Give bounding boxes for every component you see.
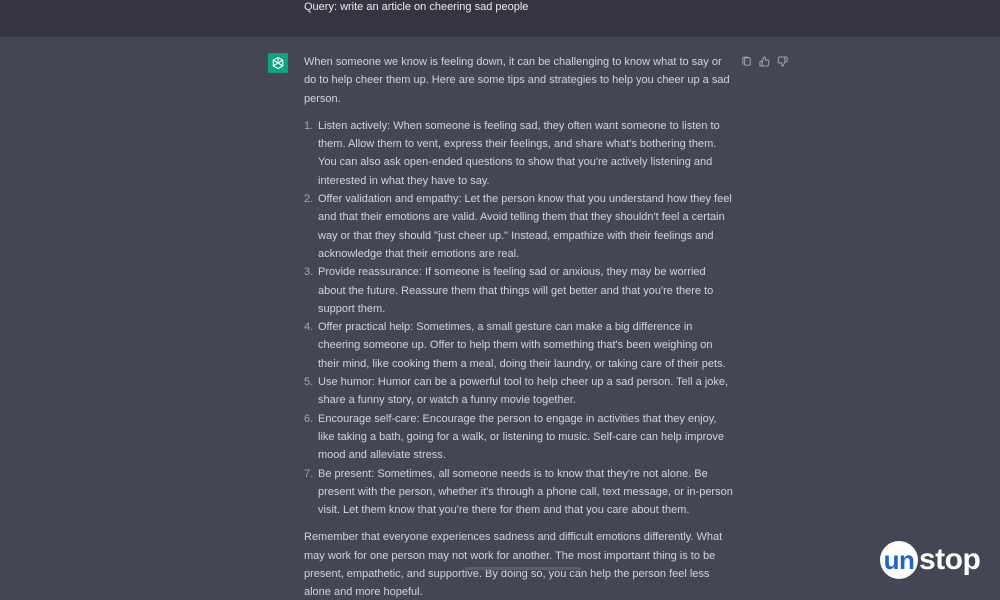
- list-number: 5.: [304, 376, 314, 389]
- user-message-row: Query: write an article on cheering sad …: [0, 0, 1000, 37]
- logo-text: stop: [919, 543, 981, 576]
- thumbs-down-icon: [777, 55, 788, 67]
- user-query-text: Query: write an article on cheering sad …: [304, 1, 529, 13]
- chat-screen: Query: write an article on cheering sad …: [0, 0, 1000, 600]
- copy-button[interactable]: [740, 55, 752, 67]
- list-item-text: Be present: Sometimes, all someone needs…: [318, 467, 733, 517]
- assistant-avatar: [268, 53, 288, 73]
- list-number: 7.: [304, 467, 314, 480]
- list-item-text: Use humor: Humor can be a powerful tool …: [318, 376, 729, 407]
- tips-list: 1. Listen actively: When someone is feeli…: [304, 117, 736, 520]
- response-closing: Remember that everyone experiences sadne…: [304, 531, 723, 599]
- list-item-text: Provide reassurance: If someone is feeli…: [318, 266, 714, 315]
- list-item-text: Offer validation and empathy: Let the pe…: [318, 193, 732, 260]
- logo-circle: un: [880, 541, 918, 579]
- openai-logo-icon: [272, 56, 284, 70]
- list-number: 4.: [304, 321, 314, 334]
- list-item-text: Offer practical help: Sometimes, a small…: [318, 321, 726, 370]
- list-item: 1. Listen actively: When someone is feeli…: [304, 117, 736, 190]
- list-number: 3.: [304, 266, 314, 279]
- list-item-text: Listen actively: When someone is feeling…: [318, 119, 720, 187]
- list-number: 1.: [304, 119, 314, 132]
- list-item-text: Encourage self-care: Encourage the perso…: [318, 412, 724, 462]
- assistant-response: When someone we know is feeling down, it…: [304, 53, 736, 600]
- list-item: 3. Provide reassurance: If someone is fee…: [304, 263, 736, 318]
- list-item: 6. Encourage self-care: Encourage the per…: [304, 410, 736, 465]
- list-number: 2.: [304, 193, 314, 206]
- response-intro: When someone we know is feeling down, it…: [304, 56, 730, 105]
- list-item: 7. Be present: Sometimes, all someone nee…: [304, 465, 736, 520]
- unstop-logo: un stop: [880, 540, 981, 580]
- thumbs-up-button[interactable]: [758, 55, 770, 67]
- copy-icon: [741, 56, 751, 66]
- list-item: 5. Use humor: Humor can be a powerful too…: [304, 373, 736, 410]
- thumbs-down-button[interactable]: [776, 55, 788, 67]
- response-actions: [740, 55, 788, 67]
- list-item: 2. Offer validation and empathy: Let the …: [304, 190, 736, 263]
- thumbs-up-icon: [758, 55, 769, 67]
- list-item: 4. Offer practical help: Sometimes, a sma…: [304, 318, 736, 373]
- list-number: 6.: [304, 412, 314, 425]
- scroll-indicator[interactable]: [465, 567, 581, 570]
